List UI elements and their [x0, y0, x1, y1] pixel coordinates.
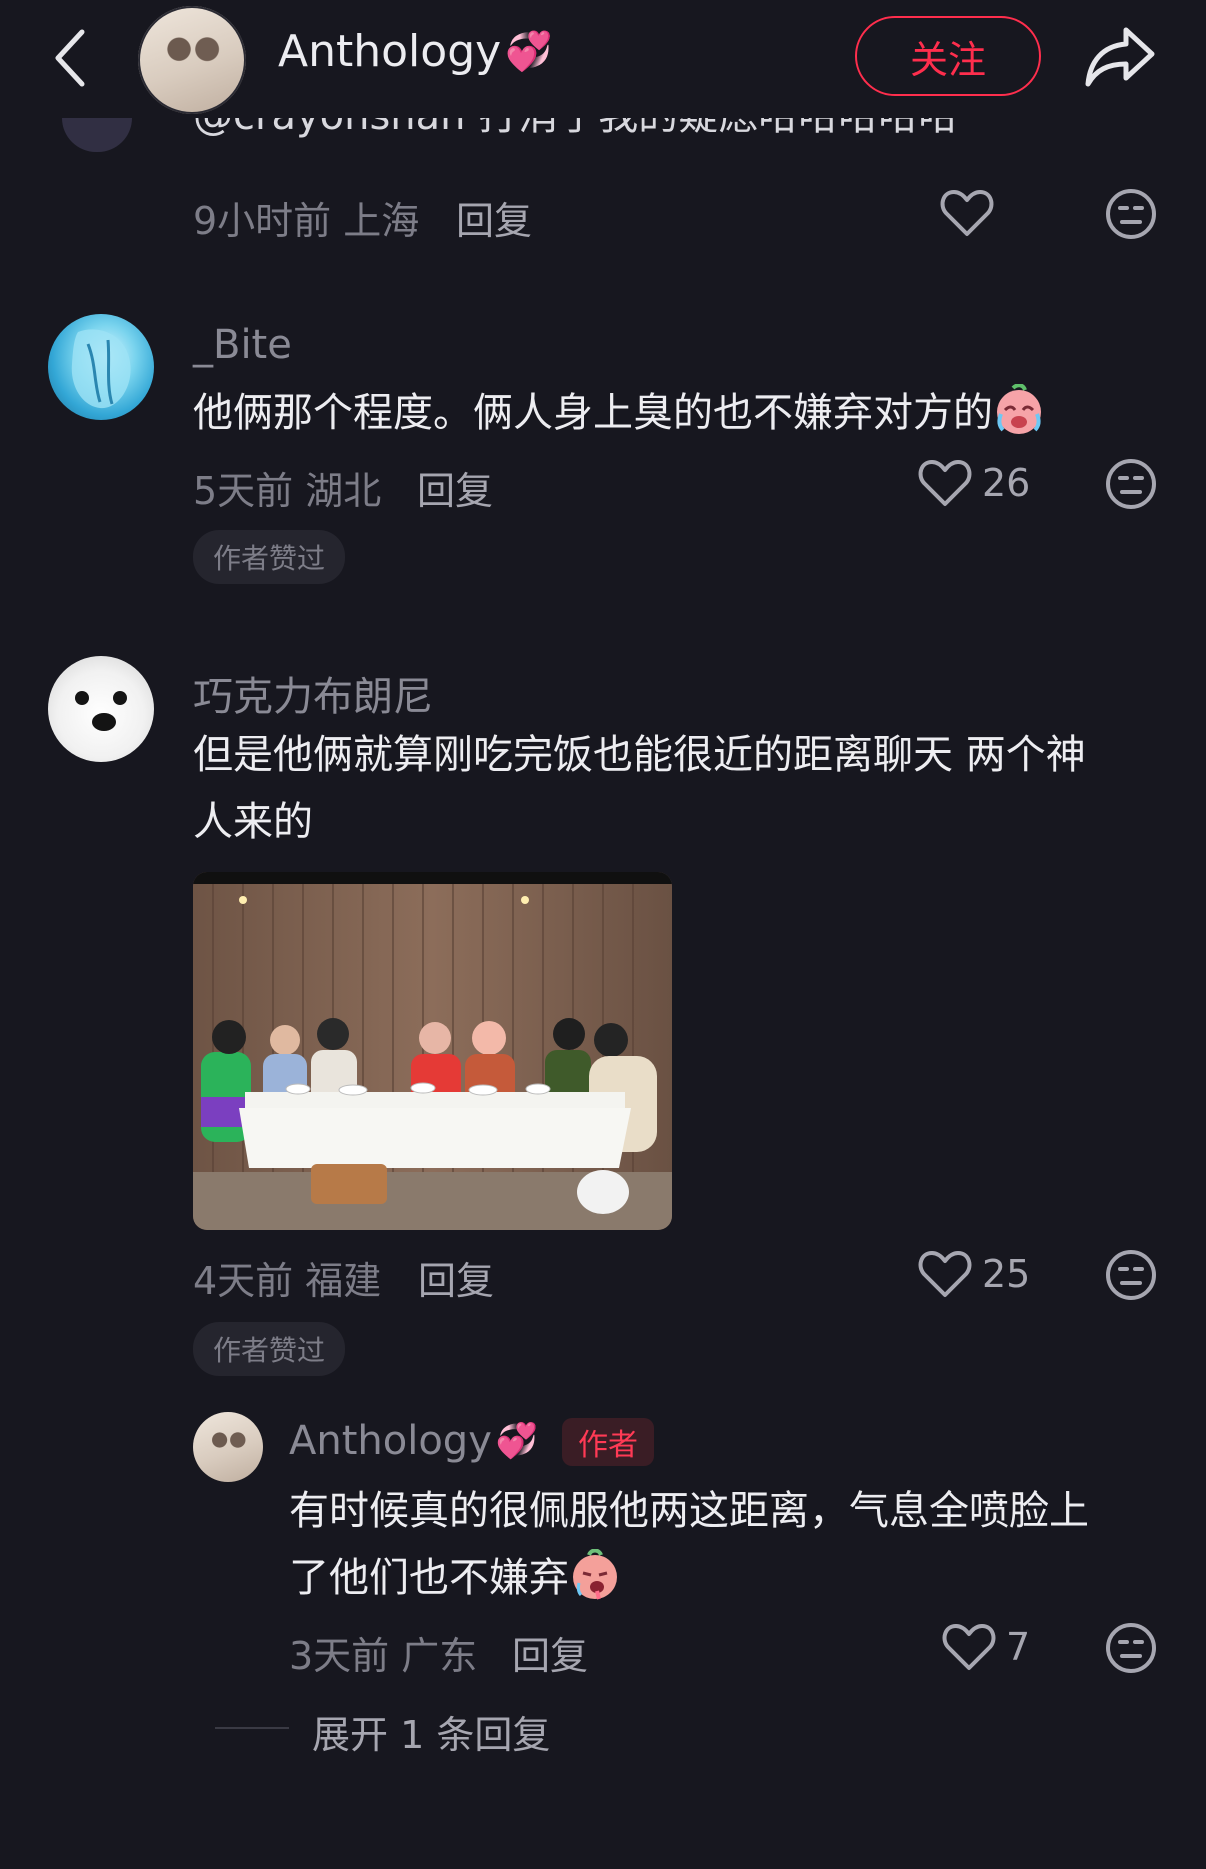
dislike-button[interactable]	[1105, 1622, 1157, 1678]
reply-username[interactable]: Anthology 💞	[289, 1418, 538, 1464]
author-avatar[interactable]	[138, 6, 246, 114]
dislike-button[interactable]	[1105, 188, 1157, 244]
back-button[interactable]	[40, 22, 100, 94]
like-count: 25	[982, 1252, 1031, 1296]
photo-image	[193, 872, 672, 1230]
comment-text-line: 人来的	[193, 799, 313, 845]
avatar[interactable]	[193, 1412, 263, 1482]
crying-laughing-emoji-icon	[993, 383, 1045, 436]
expand-replies-button[interactable]: 展开 1 条回复	[312, 1704, 550, 1759]
like-button[interactable]	[940, 188, 994, 238]
comment-photo[interactable]	[193, 872, 672, 1230]
dislike-button[interactable]	[1105, 1249, 1157, 1305]
heart-icon	[918, 1251, 972, 1297]
heart-icon	[942, 1624, 996, 1670]
avatar-image	[75, 691, 127, 731]
author-liked-badge: 作者赞过	[193, 530, 346, 584]
avatar[interactable]	[48, 314, 154, 420]
comment-text: @crayonshan 打消了我的疑虑哈哈哈哈哈	[193, 118, 958, 158]
avatar-image	[71, 329, 131, 409]
reply-button[interactable]: 回复	[417, 460, 493, 515]
reply-button[interactable]: 回复	[512, 1625, 588, 1680]
comment-username[interactable]: 巧克力布朗尼	[193, 664, 433, 722]
like-button[interactable]: 25	[918, 1249, 1030, 1299]
share-icon	[1085, 27, 1155, 87]
like-button[interactable]: 7	[942, 1622, 1030, 1672]
reply-text-line: 了他们也不嫌弃	[289, 1545, 621, 1612]
comment-meta: 4天前 福建	[193, 1259, 382, 1303]
avatar[interactable]	[62, 118, 132, 152]
meh-face-icon	[1106, 1250, 1156, 1300]
comment-meta: 9小时前 上海	[193, 199, 420, 243]
heart-icon	[918, 460, 972, 506]
avatar[interactable]	[48, 656, 154, 762]
reply-text-line: 有时候真的很佩服他两这距离，气息全喷脸上	[289, 1488, 1089, 1534]
like-count: 7	[1006, 1625, 1031, 1669]
hot-face-emoji-icon	[569, 1548, 621, 1601]
reply-button[interactable]: 回复	[456, 190, 532, 245]
hearts-emoji-icon: 💞	[495, 1421, 539, 1461]
divider	[215, 1727, 289, 1729]
reply-meta: 3天前 广东	[289, 1634, 478, 1678]
author-tag: 作者	[562, 1418, 654, 1466]
like-count: 26	[982, 461, 1031, 505]
share-button[interactable]	[1082, 22, 1158, 92]
reply-button[interactable]: 回复	[418, 1250, 494, 1305]
author-name[interactable]: Anthology 💞	[278, 26, 553, 77]
meh-face-icon	[1106, 1623, 1156, 1673]
comment-text-line: 但是他俩就算刚吃完饭也能很近的距离聊天 两个神	[193, 732, 1086, 778]
comment-meta: 5天前 湖北	[193, 469, 382, 513]
like-button[interactable]: 26	[918, 458, 1030, 508]
top-bar: Anthology 💞 关注	[0, 0, 1206, 118]
follow-button[interactable]: 关注	[855, 16, 1041, 96]
comment-username[interactable]: _Bite	[193, 322, 292, 368]
meh-face-icon	[1106, 459, 1156, 509]
hearts-emoji-icon: 💞	[505, 29, 553, 73]
dislike-button[interactable]	[1105, 458, 1157, 514]
meh-face-icon	[1106, 189, 1156, 239]
comment-text: 他俩那个程度。俩人身上臭的也不嫌弃对方的	[193, 380, 1045, 447]
author-liked-badge: 作者赞过	[193, 1322, 346, 1376]
heart-icon	[940, 190, 994, 236]
chevron-left-icon	[55, 29, 85, 87]
